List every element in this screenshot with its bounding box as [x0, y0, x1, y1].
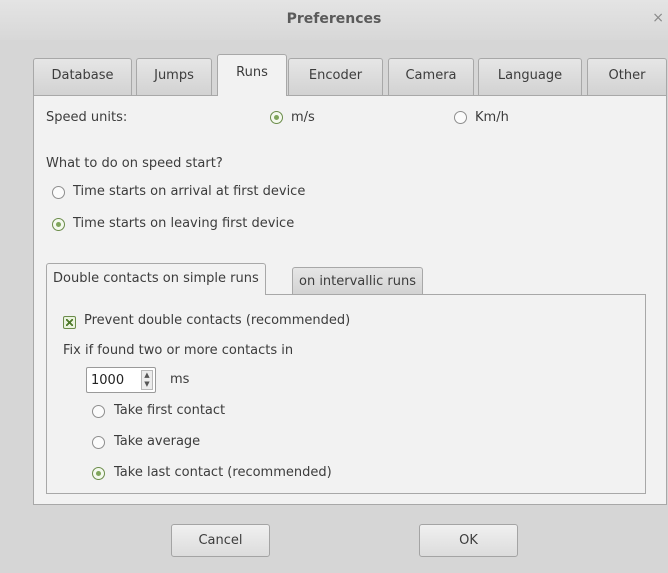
fix-contacts-label: Fix if found two or more contacts in: [63, 343, 294, 358]
radio-selected-icon: [52, 218, 65, 231]
radio-selected-icon: [92, 467, 105, 480]
tab-camera[interactable]: Camera: [388, 58, 474, 95]
radio-label: Take first contact: [114, 403, 226, 418]
radio-label: Time starts on arrival at first device: [73, 184, 306, 199]
ok-button[interactable]: OK: [419, 524, 518, 557]
radio-unselected-icon: [92, 405, 105, 418]
speed-units-label: Speed units:: [46, 110, 128, 125]
tab-runs[interactable]: Runs: [217, 54, 287, 96]
spin-down-icon[interactable]: ▼: [142, 380, 152, 389]
radio-label: Take average: [114, 434, 201, 449]
radio-unselected-icon: [454, 111, 467, 124]
window-title: Preferences: [286, 11, 382, 27]
radio-selected-icon: [270, 111, 283, 124]
tab-other[interactable]: Other: [587, 58, 667, 95]
subtab-simple-runs[interactable]: Double contacts on simple runs: [46, 263, 266, 295]
close-icon[interactable]: ×: [652, 10, 664, 26]
speed-start-question: What to do on speed start?: [46, 156, 223, 171]
radio-label: Km/h: [475, 110, 509, 125]
tab-jumps[interactable]: Jumps: [136, 58, 212, 95]
subtab-intervallic-runs[interactable]: on intervallic runs: [292, 267, 423, 295]
spin-up-icon[interactable]: ▲: [142, 371, 152, 380]
radio-unselected-icon: [92, 436, 105, 449]
radio-label: Take last contact (recommended): [114, 465, 332, 480]
checkbox-label: Prevent double contacts (recommended): [84, 313, 351, 328]
tab-database[interactable]: Database: [33, 58, 132, 95]
ms-spin-button: ▲ ▼: [86, 367, 156, 393]
title-bar: Preferences ×: [0, 0, 668, 40]
ms-unit-label: ms: [170, 372, 190, 387]
cancel-button[interactable]: Cancel: [171, 524, 270, 557]
tab-encoder[interactable]: Encoder: [288, 58, 383, 95]
radio-label: Time starts on leaving first device: [73, 216, 295, 231]
spin-buttons: ▲ ▼: [141, 370, 153, 390]
radio-label: m/s: [291, 110, 315, 125]
tab-language[interactable]: Language: [478, 58, 582, 95]
radio-unselected-icon: [52, 186, 65, 199]
checkbox-checked-icon: [63, 316, 76, 329]
ms-spin-input[interactable]: [91, 371, 135, 389]
